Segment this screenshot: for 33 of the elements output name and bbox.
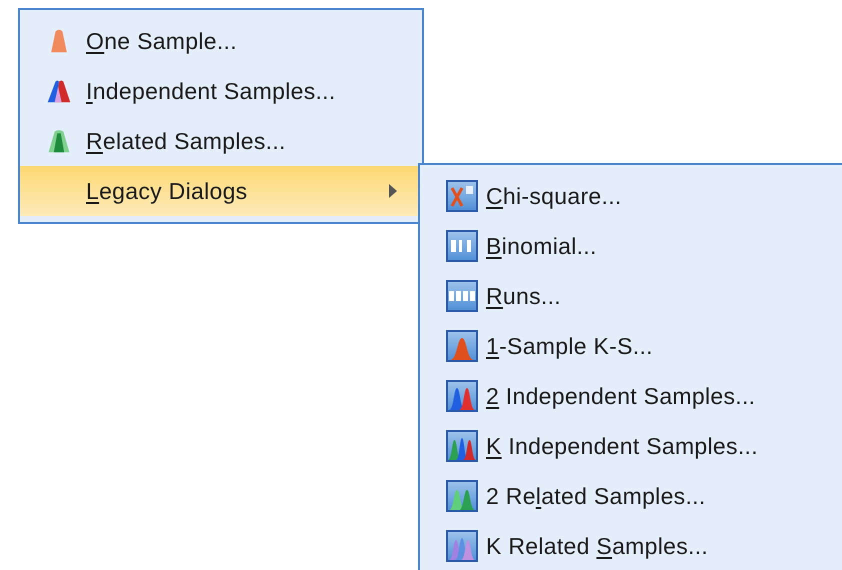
submenu-item[interactable]: K Independent Samples...	[420, 421, 842, 471]
menu-item-label: Binomial...	[486, 232, 597, 261]
menu-item-label: K Independent Samples...	[486, 432, 758, 461]
dialog-icon	[446, 180, 478, 212]
menu-item[interactable]: Related Samples...	[20, 116, 422, 166]
submenu-item[interactable]: 2 Related Samples...	[420, 471, 842, 521]
menu-item-label: 2 Related Samples...	[486, 482, 706, 511]
menu-item-label: Legacy Dialogs	[86, 176, 248, 206]
menu-item-label: Related Samples...	[86, 126, 286, 156]
submenu-item[interactable]: 2 Independent Samples...	[420, 371, 842, 421]
dialog-icon	[446, 330, 478, 362]
menu-item[interactable]: One Sample...	[20, 16, 422, 66]
dialog-icon	[446, 480, 478, 512]
submenu-item[interactable]: 1-Sample K-S...	[420, 321, 842, 371]
dialog-icon	[446, 530, 478, 562]
dialog-icon	[446, 430, 478, 462]
submenu-item[interactable]: Chi-square...	[420, 171, 842, 221]
submenu-item[interactable]: Runs...	[420, 271, 842, 321]
menu-item-label: One Sample...	[86, 26, 237, 56]
submenu-item[interactable]: K Related Samples...	[420, 521, 842, 570]
dialog-icon	[446, 280, 478, 312]
bell-curve-icon	[46, 78, 72, 104]
dialog-icon	[446, 380, 478, 412]
menu-item-label: 1-Sample K-S...	[486, 332, 653, 361]
bell-curve-icon	[46, 128, 72, 154]
menu-item-label: 2 Independent Samples...	[486, 382, 756, 411]
menu-item-label: Independent Samples...	[86, 76, 336, 106]
menu-item-label: K Related Samples...	[486, 532, 708, 561]
submenu-item[interactable]: Binomial...	[420, 221, 842, 271]
menu-item-label: Runs...	[486, 282, 561, 311]
menu-item[interactable]: Independent Samples...	[20, 66, 422, 116]
dialog-icon	[446, 230, 478, 262]
menu-item-label: Chi-square...	[486, 182, 622, 211]
